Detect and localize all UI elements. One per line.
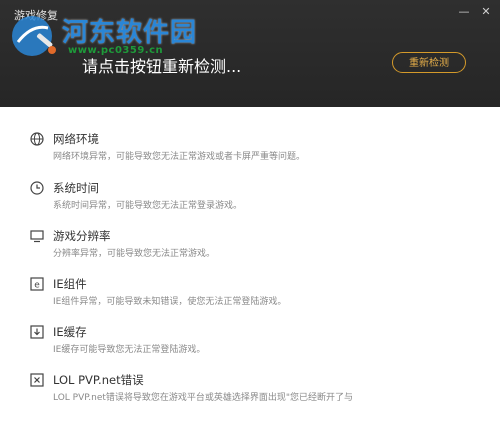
list-item-network: 网络环境 网络环境异常，可能导致您无法正常游戏或者卡屏严重等问题。 bbox=[0, 107, 500, 165]
check-list: 网络环境 网络环境异常，可能导致您无法正常游戏或者卡屏严重等问题。 系统时间 系… bbox=[0, 107, 500, 405]
download-icon bbox=[30, 325, 44, 339]
recheck-button[interactable]: 重新检测 bbox=[392, 52, 466, 73]
monitor-icon bbox=[30, 230, 44, 243]
svg-text:e: e bbox=[34, 281, 40, 291]
ie-icon: e bbox=[30, 277, 44, 291]
item-title: IE组件 bbox=[53, 277, 87, 291]
minimize-button[interactable]: — bbox=[456, 4, 472, 20]
item-title: 系统时间 bbox=[53, 181, 99, 195]
item-desc: 网络环境异常，可能导致您无法正常游戏或者卡屏严重等问题。 bbox=[53, 152, 306, 162]
item-desc: 系统时间异常，可能导致您无法正常登录游戏。 bbox=[53, 201, 243, 211]
header: 游戏修复 — ✕ 河东软件园 www.pc0359.cn 请点击按钮重新检测..… bbox=[0, 0, 500, 107]
item-title: 游戏分辨率 bbox=[53, 229, 111, 243]
clock-icon bbox=[30, 181, 44, 195]
item-desc: IE缓存可能导致您无法正常登陆游戏。 bbox=[53, 345, 206, 355]
watermark-name: 河东软件园 bbox=[62, 18, 198, 48]
item-desc: IE组件异常，可能导致未知错误，使您无法正常登陆游戏。 bbox=[53, 297, 287, 307]
list-item-resolution: 游戏分辨率 分辨率异常，可能导致您无法正常游戏。 bbox=[0, 213, 500, 261]
list-item-ie-component: e IE组件 IE组件异常，可能导致未知错误，使您无法正常登陆游戏。 bbox=[0, 261, 500, 309]
list-item-ie-cache: IE缓存 IE缓存可能导致您无法正常登陆游戏。 bbox=[0, 309, 500, 357]
game-repair-window: 游戏修复 — ✕ 河东软件园 www.pc0359.cn 请点击按钮重新检测..… bbox=[0, 0, 500, 431]
list-item-lol-pvp: LOL PVP.net错误 LOL PVP.net错误将导致您在游戏平台或英雄选… bbox=[0, 357, 500, 405]
item-title: 网络环境 bbox=[53, 132, 99, 146]
item-title: LOL PVP.net错误 bbox=[53, 373, 144, 387]
item-desc: LOL PVP.net错误将导致您在游戏平台或英雄选择界面出现"您已经断开了与 bbox=[53, 393, 354, 403]
x-box-icon bbox=[30, 373, 44, 387]
status-text: 请点击按钮重新检测... bbox=[82, 57, 242, 76]
watermark-logo-icon bbox=[12, 16, 56, 56]
close-button[interactable]: ✕ bbox=[478, 4, 494, 20]
list-item-system-time: 系统时间 系统时间异常，可能导致您无法正常登录游戏。 bbox=[0, 165, 500, 213]
globe-icon bbox=[30, 132, 44, 146]
window-controls: — ✕ bbox=[456, 4, 494, 20]
item-title: IE缓存 bbox=[53, 325, 87, 339]
item-desc: 分辨率异常，可能导致您无法正常游戏。 bbox=[53, 249, 216, 259]
